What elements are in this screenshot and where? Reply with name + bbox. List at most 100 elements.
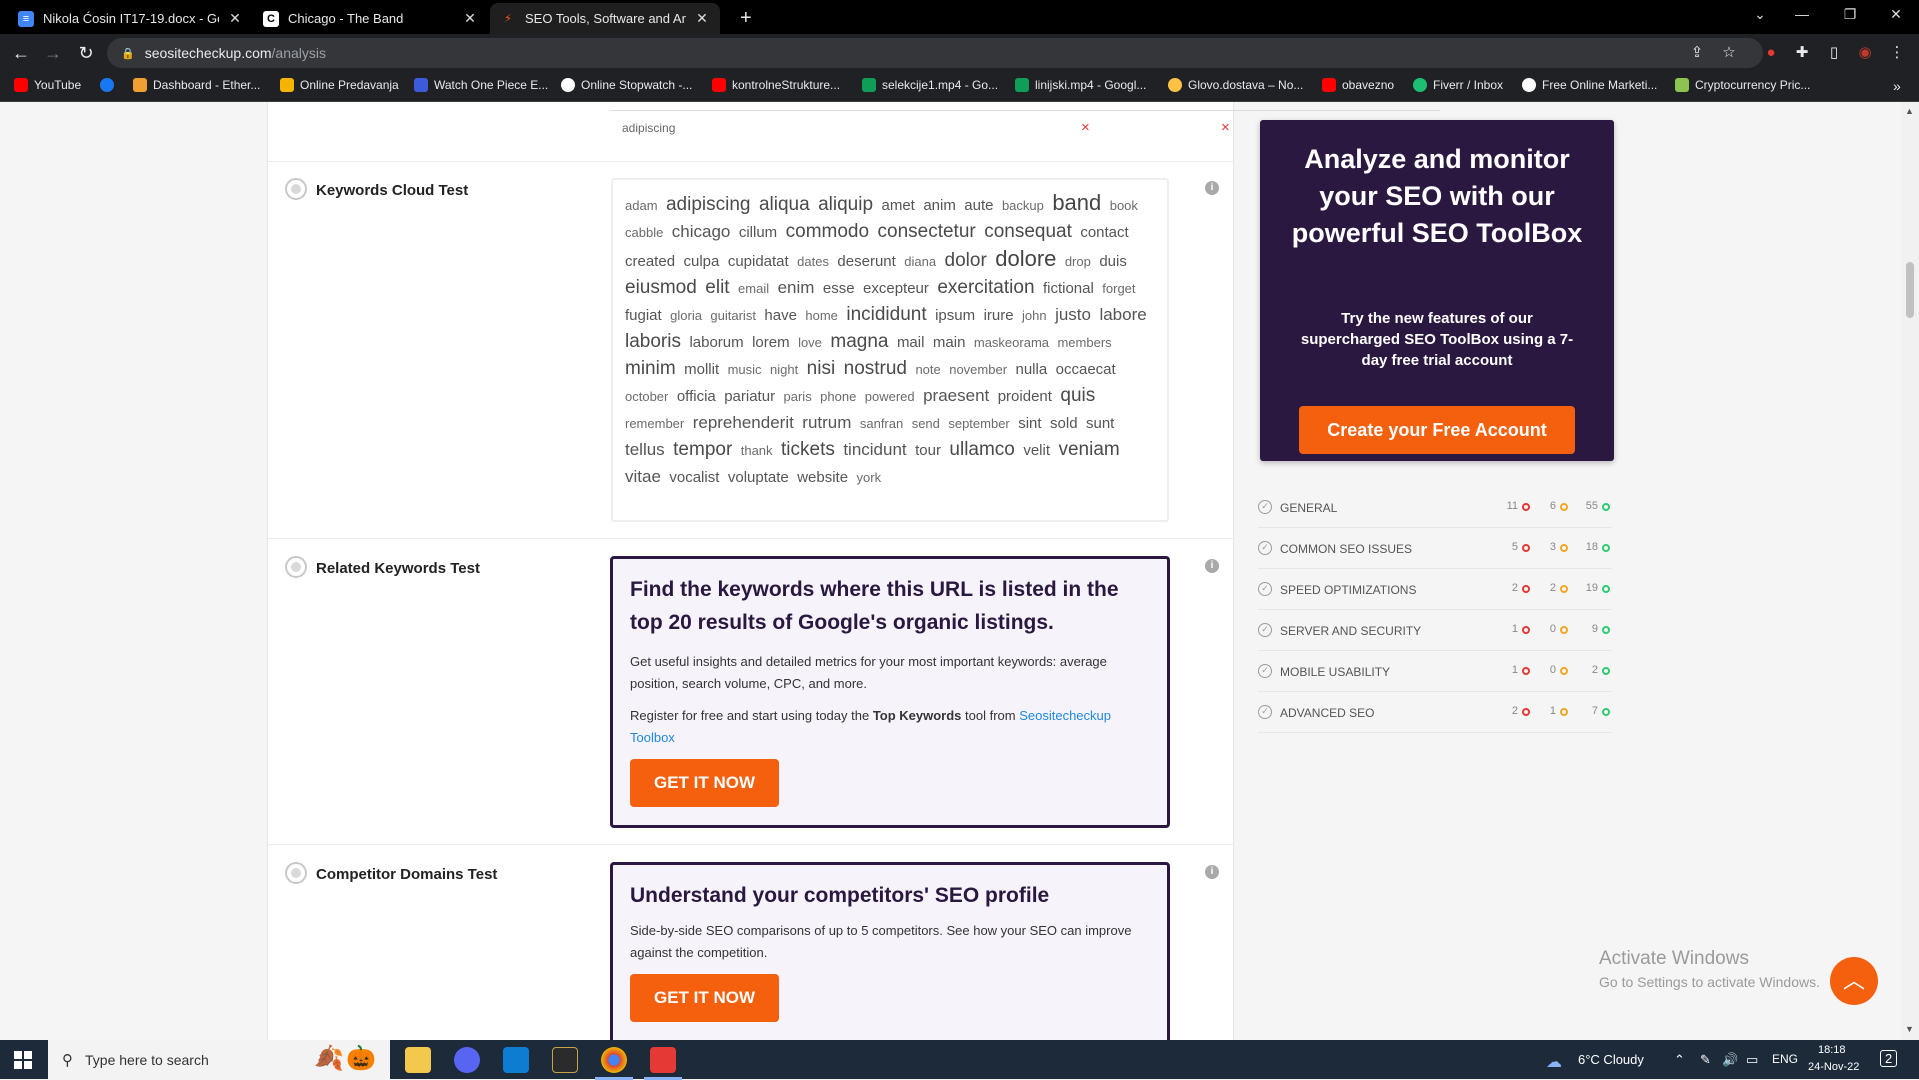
scroll-up-arrow-icon[interactable]: ▲	[1905, 106, 1914, 116]
cloud-keyword: proident	[997, 388, 1052, 405]
language-indicator[interactable]: ENG	[1772, 1052, 1798, 1066]
bookmark-glovo[interactable]: Glovo.dostava – No...	[1168, 78, 1303, 92]
cloud-keyword: mail	[896, 334, 925, 351]
bookmark-facebook[interactable]	[100, 78, 120, 92]
cloud-keyword: powered	[864, 389, 915, 404]
tab-docs[interactable]: ≡ Nikola Ćosin IT17-19.docx - Goo ✕	[8, 3, 253, 34]
discord-icon[interactable]	[454, 1047, 480, 1073]
minimize-icon[interactable]: —	[1790, 6, 1814, 22]
bookmark-crypto[interactable]: Cryptocurrency Pric...	[1675, 78, 1810, 92]
reload-icon[interactable]: ↻	[75, 43, 97, 65]
bookmark-obavezno[interactable]: obavezno	[1322, 78, 1394, 92]
get-it-now-button[interactable]: GET IT NOW	[630, 974, 780, 1022]
analysis-results-panel: adipiscing × × × Keywords Cloud Test i a…	[267, 102, 1440, 1040]
get-it-now-button[interactable]: GET IT NOW	[630, 759, 780, 807]
scroll-to-top-button[interactable]: ︿	[1830, 957, 1878, 1005]
bookmark-kontrolne[interactable]: kontrolneStrukture...	[712, 78, 840, 92]
volume-icon[interactable]: 🔊	[1722, 1052, 1738, 1068]
bookmarks-bar: YouTube Dashboard - Ether... Online Pred…	[0, 72, 1919, 102]
vivaldi-icon[interactable]	[644, 1047, 682, 1080]
page-scrollbar[interactable]: ▲ ▼	[1901, 102, 1919, 1040]
failed-dot-icon	[1522, 667, 1530, 675]
file-explorer-icon[interactable]	[405, 1047, 431, 1073]
bookmark-predavanja[interactable]: Online Predavanja	[280, 78, 399, 92]
extension-badge-icon[interactable]: ●	[1762, 44, 1780, 62]
weather-text[interactable]: 6°C Cloudy	[1578, 1052, 1644, 1067]
bookmark-youtube[interactable]: YouTube	[14, 78, 81, 92]
bookmark-star-icon[interactable]: ☆	[1720, 44, 1738, 62]
menu-kebab-icon[interactable]: ⋮	[1888, 44, 1906, 62]
tab-search-icon[interactable]: ⌄	[1748, 6, 1772, 23]
bookmark-dashboard[interactable]: Dashboard - Ether...	[133, 78, 260, 92]
clock-time[interactable]: 18:18	[1818, 1044, 1846, 1056]
cloud-keyword: amet	[881, 197, 915, 214]
bookmark-one-piece[interactable]: Watch One Piece E...	[414, 78, 548, 92]
restore-icon[interactable]: ❐	[1838, 6, 1862, 23]
divider	[268, 538, 1233, 539]
vscode-icon[interactable]	[503, 1047, 529, 1073]
bookmark-fiverr[interactable]: Fiverr / Inbox	[1413, 78, 1503, 92]
keyword-cell: adipiscing	[622, 121, 676, 135]
category-row[interactable]: ✓ COMMON SEO ISSUES 5 3 18	[1258, 529, 1612, 569]
bookmark-linijski[interactable]: linijski.mp4 - Googl...	[1015, 78, 1146, 92]
youtube-icon	[14, 78, 28, 92]
close-window-icon[interactable]: ✕	[1884, 6, 1908, 23]
clock-date[interactable]: 24-Nov-22	[1808, 1061, 1859, 1073]
close-tab-icon[interactable]: ✕	[462, 10, 478, 27]
notifications-icon[interactable]: 2	[1880, 1050, 1898, 1067]
show-hidden-icons-icon[interactable]: ⌃	[1674, 1052, 1685, 1068]
category-row[interactable]: ✓ ADVANCED SEO 2 1 7	[1258, 693, 1612, 733]
pen-icon[interactable]: ✎	[1700, 1052, 1711, 1068]
category-row[interactable]: ✓ MOBILE USABILITY 1 0 2	[1258, 652, 1612, 692]
failed-count: 5	[1511, 541, 1518, 553]
share-icon[interactable]: ⇪	[1688, 44, 1706, 62]
chrome-icon[interactable]	[595, 1047, 633, 1080]
bookmark-stopwatch[interactable]: Online Stopwatch -...	[561, 78, 692, 92]
category-name: MOBILE USABILITY	[1280, 665, 1391, 679]
extensions-puzzle-icon[interactable]: ✚	[1793, 44, 1811, 62]
failed-dot-icon	[1522, 626, 1530, 634]
warning-dot-icon	[1560, 626, 1568, 634]
back-icon[interactable]: ←	[10, 43, 32, 65]
cloud-keyword: dates	[797, 254, 829, 269]
create-account-button[interactable]: Create your Free Account	[1299, 406, 1575, 454]
warning-count: 1	[1549, 705, 1556, 717]
category-row[interactable]: ✓ SERVER AND SECURITY 1 0 9	[1258, 611, 1612, 651]
category-name: SPEED OPTIMIZATIONS	[1280, 583, 1417, 597]
info-icon[interactable]: i	[1205, 865, 1219, 879]
close-tab-icon[interactable]: ✕	[694, 10, 710, 27]
category-name: GENERAL	[1280, 501, 1338, 515]
ad-subtext: Try the new features of our supercharged…	[1300, 310, 1574, 369]
cloud-keyword: consectetur	[877, 221, 976, 242]
scrollbar-thumb[interactable]	[1906, 262, 1914, 318]
bookmark-selekcije[interactable]: selekcije1.mp4 - Go...	[862, 78, 998, 92]
profile-avatar-icon[interactable]: ◉	[1856, 44, 1874, 62]
cloud-keyword: pariatur	[724, 388, 776, 405]
network-icon[interactable]: ▭	[1746, 1052, 1758, 1068]
category-row[interactable]: ✓ GENERAL 11 6 55	[1258, 488, 1612, 528]
info-icon[interactable]: i	[1205, 181, 1219, 195]
category-row[interactable]: ✓ SPEED OPTIMIZATIONS 2 2 19	[1258, 570, 1612, 610]
forward-icon[interactable]: →	[42, 43, 64, 65]
new-tab-button[interactable]: +	[730, 3, 764, 34]
bookmark-marketing[interactable]: Free Online Marketi...	[1522, 78, 1657, 92]
cloud-keyword: fictional	[1042, 280, 1094, 297]
glovo-icon	[1168, 78, 1182, 92]
info-icon[interactable]: i	[1205, 559, 1219, 573]
more-bookmarks-button[interactable]: »	[1893, 78, 1901, 94]
scroll-down-arrow-icon[interactable]: ▼	[1905, 1024, 1914, 1034]
side-panel-icon[interactable]: ▯	[1825, 44, 1843, 62]
cloud-keyword: adam	[625, 198, 658, 213]
category-name: SERVER AND SECURITY	[1280, 624, 1422, 638]
cloud-keyword: commodo	[785, 221, 870, 242]
address-bar[interactable]: 🔒 seositecheckup.com/analysis	[107, 38, 1763, 68]
cloud-keyword: vocalist	[669, 469, 720, 486]
cloud-keyword: enim	[777, 278, 815, 297]
taskbar-search[interactable]: ⚲ Type here to search 🍂 🎃	[48, 1040, 390, 1079]
tab-seo-tools[interactable]: ⚡ SEO Tools, Software and Articles ✕	[490, 3, 720, 34]
close-tab-icon[interactable]: ✕	[227, 10, 243, 27]
cloud-keyword: nostrud	[843, 358, 907, 379]
tab-chicago[interactable]: C Chicago - The Band ✕	[253, 3, 488, 34]
league-client-icon[interactable]	[552, 1047, 578, 1073]
windows-start-icon[interactable]	[14, 1051, 32, 1069]
